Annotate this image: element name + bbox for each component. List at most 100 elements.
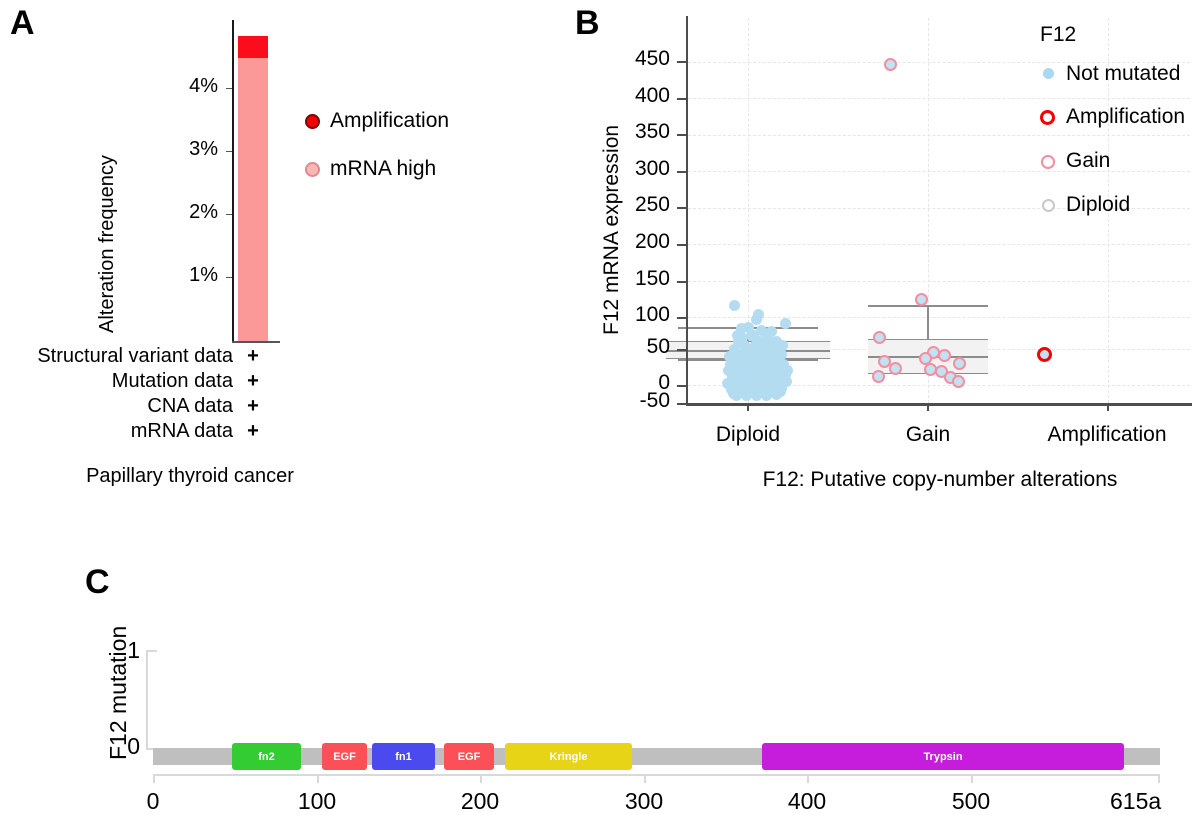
data-row-label-structural-variant: Structural variant data bbox=[37, 345, 233, 367]
data-point[interactable] bbox=[766, 326, 777, 337]
panel-b-ytick-label-400: 400 bbox=[634, 84, 670, 107]
panel-b-ytick-350 bbox=[677, 134, 686, 136]
panel-a-legend-label-amplification: Amplification bbox=[330, 109, 450, 132]
protein-domain-label: fn2 bbox=[258, 750, 275, 763]
panel-a-y-axis-line bbox=[232, 20, 234, 342]
panel-a-tick-label-2: 2% bbox=[189, 201, 218, 223]
panel-c-letter: C bbox=[85, 563, 110, 601]
panel-c-xtick-label-500: 500 bbox=[951, 788, 991, 814]
data-row-mark-mrna: + bbox=[247, 420, 259, 442]
data-point[interactable] bbox=[780, 318, 791, 329]
gridline-h-300 bbox=[688, 171, 1190, 172]
panel-c-xtick-100 bbox=[317, 774, 319, 783]
mrna-high-dot-icon bbox=[305, 161, 320, 177]
data-row-mark-mutation: + bbox=[247, 370, 259, 392]
panel-b-legend-label-amplification[interactable]: Amplification bbox=[1066, 105, 1185, 129]
panel-b-xcat-amplification: Amplification bbox=[1047, 423, 1167, 446]
data-point[interactable] bbox=[766, 341, 777, 352]
panel-b-legend-label-diploid[interactable]: Diploid bbox=[1066, 193, 1130, 217]
amplification-dot-icon bbox=[305, 113, 320, 129]
protein-domain-label: Kringle bbox=[549, 750, 588, 763]
panel-b-ytick-400 bbox=[677, 98, 686, 100]
panel-c-xtick-label-200: 200 bbox=[460, 788, 500, 814]
panel-c-ytick-label-0: 0 bbox=[127, 733, 140, 759]
panel-b-ytick-label-450: 450 bbox=[634, 47, 670, 70]
data-point[interactable] bbox=[729, 300, 740, 311]
panel-a-y-axis-title: Alteration frequency bbox=[96, 155, 118, 333]
protein-domain-egf-1[interactable]: EGF bbox=[322, 743, 367, 770]
data-point[interactable] bbox=[952, 375, 965, 388]
data-row-mark-cna: + bbox=[247, 395, 259, 417]
protein-domain-fn1[interactable]: fn1 bbox=[372, 743, 435, 770]
panel-b-ytick-label-300: 300 bbox=[634, 157, 670, 180]
panel-b-ytick-300 bbox=[677, 171, 686, 173]
data-row-mark-structural-variant: + bbox=[247, 345, 259, 367]
data-point[interactable] bbox=[753, 309, 764, 320]
panel-a-tick-3 bbox=[226, 151, 232, 152]
protein-domain-label: fn1 bbox=[395, 750, 412, 763]
panel-b-ytick-label-200: 200 bbox=[634, 230, 670, 253]
data-point[interactable] bbox=[759, 363, 770, 374]
data-point[interactable] bbox=[915, 293, 928, 306]
panel-b-ytick-250 bbox=[677, 207, 686, 209]
panel-b-ytick-minus50 bbox=[677, 403, 686, 405]
panel-b-xtick-diploid bbox=[747, 404, 749, 411]
data-point[interactable] bbox=[889, 362, 902, 375]
data-point-outlier[interactable] bbox=[884, 58, 897, 71]
panel-b-xcat-gain: Gain bbox=[905, 423, 951, 446]
panel-c-xtick-200 bbox=[480, 774, 482, 783]
panel-b-xtick-amplification bbox=[1107, 404, 1109, 411]
data-point[interactable] bbox=[1037, 347, 1052, 362]
panel-b-ytick-label-50: 50 bbox=[646, 335, 670, 358]
panel-b-legend-label-gain[interactable]: Gain bbox=[1066, 149, 1110, 173]
panel-c-x-axis-line bbox=[153, 774, 1160, 776]
panel-c-xtick-label-400: 400 bbox=[787, 788, 827, 814]
panel-b-ytick-label-150: 150 bbox=[634, 267, 670, 290]
data-row-label-cna: CNA data bbox=[147, 395, 233, 417]
data-point[interactable] bbox=[772, 382, 783, 393]
panel-a-legend-item-mrna-high[interactable]: mRNA high bbox=[305, 157, 436, 181]
panel-a-tick-4 bbox=[226, 88, 232, 89]
panel-b-legend-title: F12 bbox=[1040, 23, 1077, 46]
data-point[interactable] bbox=[756, 325, 767, 336]
data-point[interactable] bbox=[873, 331, 886, 344]
data-row-label-mutation: Mutation data bbox=[111, 370, 233, 392]
panel-c-ytick-label-1: 1 bbox=[127, 637, 140, 663]
protein-domain-kringle[interactable]: Kringle bbox=[505, 743, 632, 770]
protein-domain-trypsin[interactable]: Trypsin bbox=[762, 743, 1124, 770]
gain-circle-icon bbox=[1041, 155, 1055, 169]
diploid-circle-icon bbox=[1042, 199, 1055, 212]
panel-c-xtick-400 bbox=[807, 774, 809, 783]
data-point[interactable] bbox=[728, 388, 739, 399]
gridline-h-200 bbox=[688, 244, 1190, 245]
panel-b-xtick-gain bbox=[927, 404, 929, 411]
panel-a-tick-2 bbox=[226, 214, 232, 215]
panel-c-xtick-300 bbox=[644, 774, 646, 783]
data-point[interactable] bbox=[953, 357, 966, 370]
data-point[interactable] bbox=[761, 382, 772, 393]
gridline-h-350 bbox=[688, 135, 1190, 136]
panel-b-ytick-0 bbox=[677, 385, 686, 387]
panel-b-xcat-diploid: Diploid bbox=[715, 423, 781, 446]
data-point[interactable] bbox=[733, 361, 744, 372]
panel-c-xtick-615 bbox=[1158, 774, 1160, 783]
data-point[interactable] bbox=[872, 370, 885, 383]
protein-domain-fn2[interactable]: fn2 bbox=[232, 743, 301, 770]
data-point[interactable] bbox=[736, 332, 747, 343]
panel-a-bar-segment-amplification[interactable] bbox=[238, 36, 268, 58]
panel-c-xtick-label-300: 300 bbox=[624, 788, 664, 814]
panel-b-legend-label-not-mutated[interactable]: Not mutated bbox=[1066, 62, 1180, 86]
data-point[interactable] bbox=[938, 349, 951, 362]
panel-a-legend-label-mrna-high: mRNA high bbox=[330, 157, 437, 180]
panel-a-baseline bbox=[232, 341, 280, 343]
data-point[interactable] bbox=[745, 345, 756, 356]
panel-a-tick-1 bbox=[226, 277, 232, 278]
panel-a-bar-segment-mrna-high[interactable] bbox=[238, 58, 268, 341]
panel-b-y-axis-line bbox=[686, 16, 688, 405]
gridline-h-150 bbox=[688, 281, 1190, 282]
panel-a-legend-item-amplification[interactable]: Amplification bbox=[305, 109, 449, 133]
data-point[interactable] bbox=[924, 363, 937, 376]
panel-a-tick-label-1: 1% bbox=[189, 264, 218, 286]
protein-domain-egf-2[interactable]: EGF bbox=[444, 743, 494, 770]
panel-b-ytick-label-minus50: -50 bbox=[639, 389, 670, 412]
